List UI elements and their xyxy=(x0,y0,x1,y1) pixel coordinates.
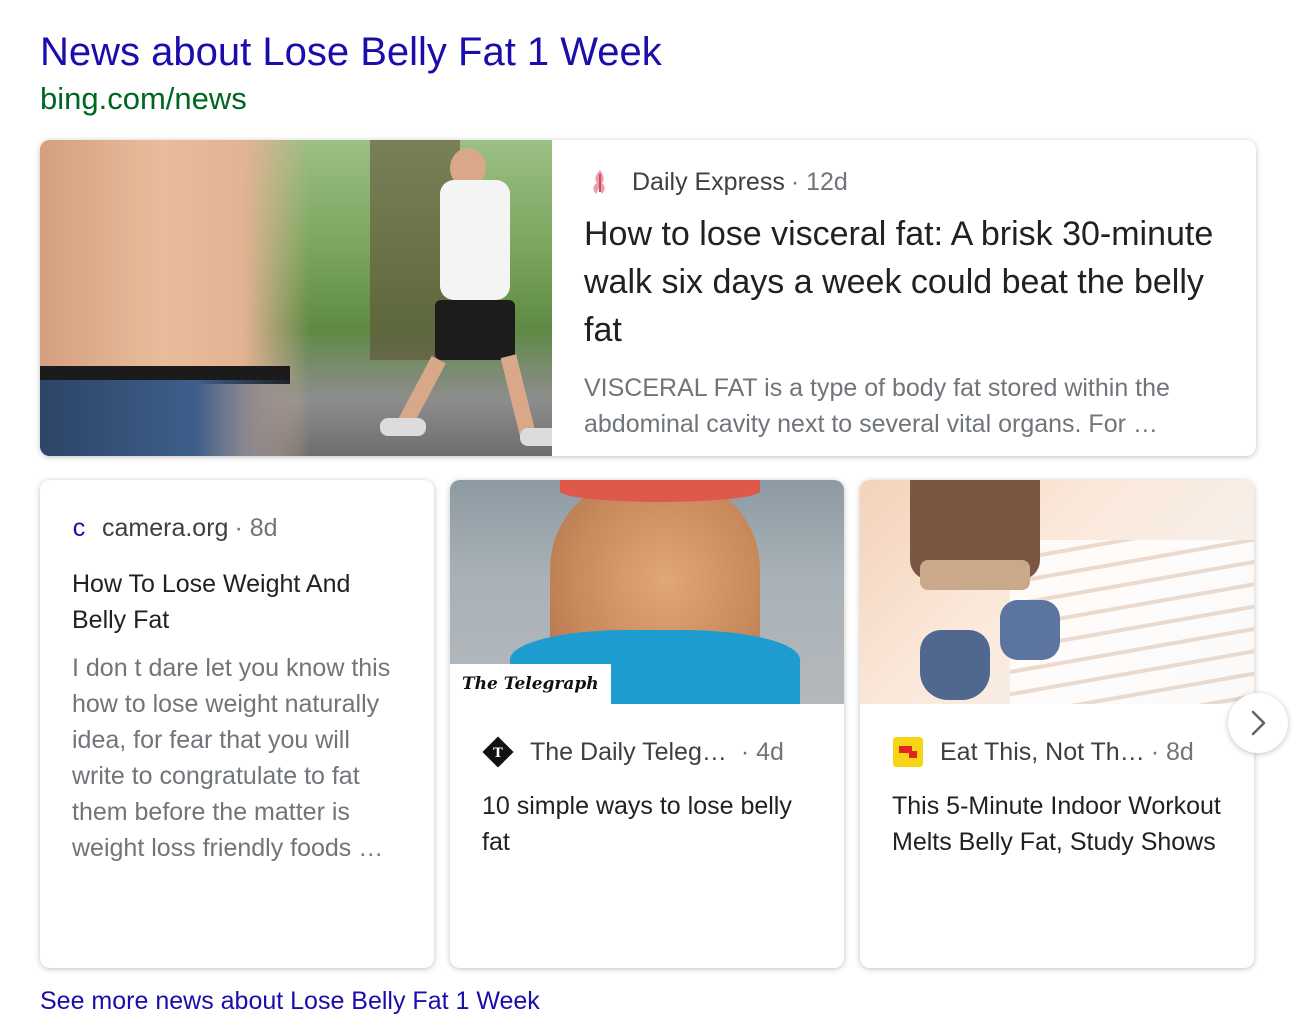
publisher-row: Eat This, Not Th… · 8d xyxy=(892,732,1194,772)
news-card-camera[interactable]: c camera.org · 8d How To Lose Weight And… xyxy=(40,480,434,968)
article-snippet: I don t dare let you know this how to lo… xyxy=(72,654,391,862)
article-title[interactable]: 10 simple ways to lose belly fat xyxy=(482,788,820,860)
featured-article-snippet: VISCERAL FAT is a type of body fat store… xyxy=(584,374,1170,438)
article-thumbnail[interactable] xyxy=(860,480,1254,704)
news-card-telegraph[interactable]: The Telegraph T The Daily Teleg… · 4d 10… xyxy=(450,480,844,968)
publisher-name[interactable]: Daily Express xyxy=(632,168,785,197)
news-card-eat-this[interactable]: Eat This, Not Th… · 8d This 5-Minute Ind… xyxy=(860,480,1254,968)
article-thumbnail[interactable]: The Telegraph xyxy=(450,480,844,704)
camera-org-logo-icon: c xyxy=(72,513,86,542)
article-age: · 12d xyxy=(790,167,848,196)
svg-text:T: T xyxy=(493,746,503,761)
featured-news-card[interactable]: Daily Express · 12d How to lose visceral… xyxy=(40,140,1256,456)
carousel-next-button[interactable] xyxy=(1228,693,1288,753)
publisher-name[interactable]: The Daily Teleg… xyxy=(530,738,727,767)
telegraph-logo-icon: T xyxy=(482,736,514,768)
article-title[interactable]: How To Lose Weight And Belly Fat xyxy=(72,566,406,638)
see-more-news-link[interactable]: See more news about Lose Belly Fat 1 Wee… xyxy=(40,985,540,1017)
daily-express-logo-icon xyxy=(584,166,616,198)
source-url: bing.com/news xyxy=(40,81,247,116)
telegraph-watermark: The Telegraph xyxy=(450,664,611,704)
featured-news-image[interactable] xyxy=(40,140,552,456)
news-heading-link[interactable]: News about Lose Belly Fat 1 Week xyxy=(40,28,662,76)
publisher-row: Daily Express · 12d xyxy=(584,162,1234,202)
eat-this-logo-icon xyxy=(892,736,924,768)
article-age: · 8d xyxy=(1150,737,1194,766)
article-age: · 4d xyxy=(740,737,784,766)
article-age: · 8d xyxy=(234,513,278,542)
publisher-row: c camera.org · 8d xyxy=(72,508,406,548)
publisher-name[interactable]: camera.org xyxy=(102,514,228,543)
publisher-row: T The Daily Teleg… · 4d xyxy=(482,732,784,772)
featured-article-title[interactable]: How to lose visceral fat: A brisk 30-min… xyxy=(584,210,1234,354)
article-title[interactable]: This 5-Minute Indoor Workout Melts Belly… xyxy=(892,788,1230,860)
chevron-right-icon xyxy=(1251,710,1266,736)
publisher-name[interactable]: Eat This, Not Th… xyxy=(940,738,1145,767)
